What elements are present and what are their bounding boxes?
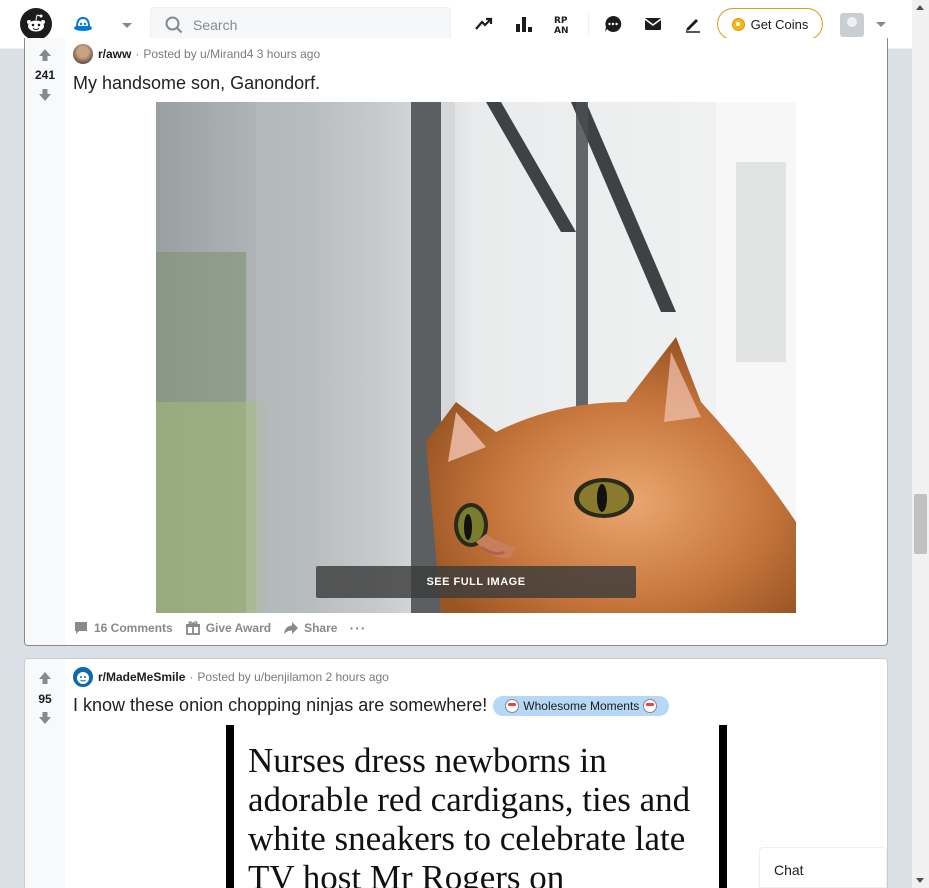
svg-text:RP: RP: [554, 16, 568, 26]
rpan-icon[interactable]: RP AN: [554, 14, 574, 34]
chat-icon[interactable]: [603, 14, 623, 34]
mail-icon[interactable]: [643, 14, 663, 34]
chat-label: Chat: [774, 862, 804, 878]
get-coins-label: Get Coins: [750, 16, 809, 32]
post-meta: r/aww · Posted by u/Mirand4 3 hours ago: [73, 44, 320, 64]
search-icon: [165, 16, 183, 34]
scroll-thumb[interactable]: [914, 494, 927, 554]
post-image[interactable]: SEE FULL IMAGE: [156, 102, 796, 613]
post-image[interactable]: Nurses dress newborns in adorable red ca…: [226, 725, 727, 888]
upvote-icon[interactable]: [38, 671, 52, 685]
chevron-down-icon: [122, 22, 132, 28]
get-coins-button[interactable]: Get Coins: [717, 8, 823, 40]
comments-button[interactable]: 16 Comments: [73, 620, 173, 636]
create-post-icon[interactable]: [683, 14, 703, 34]
search-placeholder: Search: [193, 17, 238, 33]
comment-icon: [75, 622, 87, 634]
wholesome-icon: [505, 698, 520, 713]
vote-count: 95: [38, 692, 52, 706]
gift-icon: [185, 621, 200, 635]
more-icon: ···: [349, 620, 367, 636]
post-actions: 16 Comments Give Award Share ···: [73, 620, 378, 636]
vote-column: 95: [25, 659, 65, 888]
header-divider: [588, 12, 589, 36]
give-award-button[interactable]: Give Award: [185, 620, 271, 636]
subreddit-link[interactable]: r/aww: [98, 47, 131, 61]
see-full-image-button[interactable]: SEE FULL IMAGE: [316, 566, 636, 598]
svg-text:AN: AN: [554, 26, 569, 34]
reddit-logo-icon[interactable]: [20, 8, 52, 40]
page-scrollbar[interactable]: [912, 0, 929, 888]
post-flair[interactable]: Wholesome Moments: [493, 695, 670, 716]
posted-by[interactable]: Posted by u/benjilamon 2 hours ago: [197, 670, 388, 684]
subreddit-icon[interactable]: [73, 44, 93, 64]
chat-widget[interactable]: Chat: [759, 847, 887, 888]
post-title[interactable]: My handsome son, Ganondorf.: [73, 73, 320, 94]
avatar[interactable]: [840, 13, 864, 37]
downvote-icon[interactable]: [38, 88, 52, 102]
subreddit-link[interactable]: r/MadeMeSmile: [98, 670, 185, 684]
upvote-icon[interactable]: [38, 48, 52, 62]
article-headline: Nurses dress newborns in adorable red ca…: [248, 741, 691, 888]
vote-column: 241: [25, 38, 65, 645]
post-meta: r/MadeMeSmile · Posted by u/benjilamon 2…: [73, 667, 389, 687]
trending-icon[interactable]: [474, 14, 494, 34]
post-title-text: I know these onion chopping ninjas are s…: [73, 695, 488, 715]
leaderboard-icon[interactable]: [514, 14, 534, 34]
more-options-button[interactable]: ···: [349, 620, 366, 636]
scroll-down-icon[interactable]: [916, 878, 924, 883]
home-icon: [74, 16, 92, 31]
share-button[interactable]: Share: [283, 620, 337, 636]
share-icon: [284, 622, 299, 634]
post-title[interactable]: I know these onion chopping ninjas are s…: [73, 695, 670, 716]
vote-count: 241: [34, 68, 56, 82]
posted-by[interactable]: Posted by u/Mirand4 3 hours ago: [143, 47, 320, 61]
post-card[interactable]: 241 r/aww · Posted by u/Mirand4 3 hours …: [24, 38, 888, 646]
scroll-up-icon[interactable]: [916, 5, 924, 10]
subreddit-icon[interactable]: [73, 667, 93, 687]
user-menu-chevron-icon[interactable]: [876, 22, 886, 27]
home-dropdown[interactable]: [70, 12, 150, 38]
downvote-icon[interactable]: [38, 711, 52, 725]
wholesome-icon: [643, 698, 658, 713]
coin-icon: [731, 17, 745, 31]
